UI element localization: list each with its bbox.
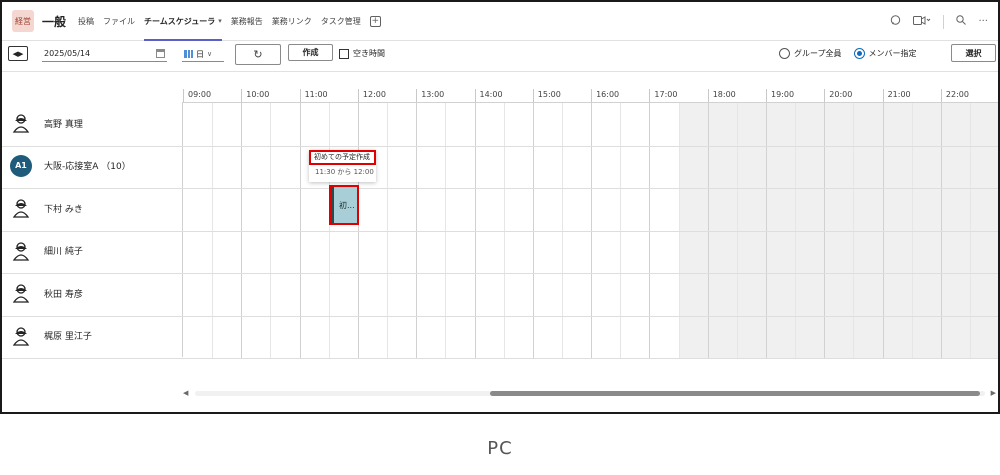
chevron-down-icon[interactable]: ▾ xyxy=(218,17,222,25)
hour-label: 09:00 xyxy=(183,89,211,102)
hour-label: 13:00 xyxy=(416,89,444,102)
tab-files[interactable]: ファイル xyxy=(103,2,135,41)
radio-group-all-label: グループ全員 xyxy=(794,49,842,58)
row-divider xyxy=(2,145,998,147)
tab-task-management[interactable]: タスク管理 xyxy=(321,2,361,41)
top-bar: 経営 一般 投稿 ファイル チームスケジューラ ▾ 業務報告 業務リンク タスク管… xyxy=(2,2,998,41)
horizontal-scrollbar[interactable]: ◀ ▶ xyxy=(183,389,998,399)
row-divider xyxy=(2,273,998,274)
hour-label: 19:00 xyxy=(766,89,794,102)
prev-next-icon[interactable]: ◀▶ xyxy=(8,46,28,61)
select-button[interactable]: 選択 xyxy=(951,44,996,62)
scroll-thumb[interactable] xyxy=(490,391,980,396)
tab-business-report[interactable]: 業務報告 xyxy=(231,2,263,41)
radio-member-specified[interactable] xyxy=(853,48,865,59)
day-view-icon xyxy=(184,50,193,58)
radio-group-all[interactable] xyxy=(779,48,790,59)
avatar xyxy=(10,282,32,304)
create-button[interactable]: 作成 xyxy=(288,44,333,61)
hour-label: 20:00 xyxy=(824,89,852,102)
event-tooltip: 初めての予定作成 11:30 から 12:00 xyxy=(309,150,376,182)
event-label: 初... xyxy=(339,200,355,210)
member-name: 細川 純子 xyxy=(44,247,83,257)
member-name: 下村 みき xyxy=(44,204,83,215)
refresh-icon: ↻ xyxy=(253,48,263,61)
member-radio-group: グループ全員 メンバー指定 xyxy=(779,48,917,59)
hour-label: 15:00 xyxy=(532,89,561,102)
hour-label: 11:00 xyxy=(299,89,328,102)
checkbox-icon[interactable] xyxy=(339,48,349,59)
chat-icon[interactable] xyxy=(890,14,901,29)
member-row[interactable]: 細川 純子 xyxy=(2,230,183,272)
member-row[interactable]: 下村 みき xyxy=(2,187,183,229)
divider xyxy=(943,14,945,29)
channel-name: 一般 xyxy=(42,14,67,29)
member-name: 高野 真理 xyxy=(44,119,83,130)
member-row[interactable]: A1 大阪-応接室A （10） xyxy=(2,145,183,187)
free-time-label: 空き時間 xyxy=(353,49,385,58)
tab-team-scheduler[interactable]: チームスケジューラ ▾ xyxy=(144,2,222,41)
member-row[interactable]: 梶原 里江子 xyxy=(2,315,183,357)
member-row[interactable]: 秋田 寿彦 xyxy=(2,272,183,314)
member-list: 高野 真理 A1 大阪-応接室A （10） 下村 みき細川 純子秋田 寿彦梶原 里江子 xyxy=(2,102,183,357)
more-icon[interactable]: ··· xyxy=(978,16,988,27)
view-select[interactable]: 日 ∨ xyxy=(182,47,224,62)
hour-label: 14:00 xyxy=(474,89,503,102)
chevron-down-icon: ∨ xyxy=(207,50,213,58)
avatar: A1 xyxy=(10,154,32,177)
date-value: 2025/05/14 xyxy=(44,49,91,58)
hour-label: 12:00 xyxy=(357,89,386,102)
row-divider xyxy=(2,188,998,189)
refresh-button[interactable]: ↻ xyxy=(235,44,281,65)
radio-member-specified-label: メンバー指定 xyxy=(868,49,917,58)
avatar xyxy=(10,325,32,347)
team-badge[interactable]: 経営 xyxy=(12,10,34,32)
time-grid[interactable] xyxy=(2,102,998,359)
free-time-checkbox[interactable]: 空き時間 xyxy=(339,48,385,59)
row-divider xyxy=(2,315,998,317)
member-name: 大阪-応接室A （10） xyxy=(44,162,131,172)
calendar-icon[interactable] xyxy=(156,49,165,58)
hour-header: 09:00 10:00 11:00 12:00 13:00 14:00 15:00 16:00… xyxy=(183,89,998,102)
row-divider xyxy=(2,358,998,359)
event-color-bar xyxy=(331,187,334,223)
hour-label: 17:00 xyxy=(649,89,677,102)
search-icon[interactable] xyxy=(956,15,967,28)
scroll-left-icon[interactable]: ◀ xyxy=(183,389,188,397)
avatar xyxy=(10,112,32,134)
member-row[interactable]: 高野 真理 xyxy=(2,102,183,144)
hour-label: 18:00 xyxy=(707,89,736,102)
scroll-track[interactable] xyxy=(195,391,985,396)
app-window: 経営 一般 投稿 ファイル チームスケジューラ ▾ 業務報告 業務リンク タスク管… xyxy=(0,0,1000,414)
event-block[interactable]: 初... xyxy=(329,185,359,225)
scheduler-toolbar: ◀▶ 2025/05/14 日 ∨ ↻ 作成 空き時間 グループ全員 メンバー指… xyxy=(2,41,998,72)
hour-label: 22:00 xyxy=(940,89,969,102)
top-right-actions: ··· xyxy=(890,2,988,41)
video-icon[interactable] xyxy=(913,15,931,29)
hour-label: 10:00 xyxy=(241,89,269,102)
caption: PC xyxy=(487,438,513,459)
scheduler-grid: 09:00 10:00 11:00 12:00 13:00 14:00 15:00 16:00… xyxy=(2,72,998,392)
avatar xyxy=(10,240,32,262)
row-divider xyxy=(2,230,998,232)
hour-label: 21:00 xyxy=(882,89,911,102)
tooltip-time: 11:30 から 12:00 xyxy=(315,168,374,176)
tab-posts[interactable]: 投稿 xyxy=(78,2,94,41)
tooltip-title: 初めての予定作成 xyxy=(309,150,376,165)
view-value: 日 xyxy=(196,49,204,59)
member-name: 秋田 寿彦 xyxy=(44,289,83,300)
add-tab-icon[interactable]: + xyxy=(369,15,381,27)
hour-label: 16:00 xyxy=(591,89,619,102)
tab-label: チームスケジューラ xyxy=(144,16,216,26)
scroll-right-icon[interactable]: ▶ xyxy=(991,389,996,397)
member-name: 梶原 里江子 xyxy=(44,332,92,342)
avatar xyxy=(10,197,32,219)
tab-business-link[interactable]: 業務リンク xyxy=(272,2,312,41)
tab-bar: 投稿 ファイル チームスケジューラ ▾ 業務報告 業務リンク タスク管理 + xyxy=(78,2,381,41)
date-input[interactable]: 2025/05/14 xyxy=(42,47,167,62)
